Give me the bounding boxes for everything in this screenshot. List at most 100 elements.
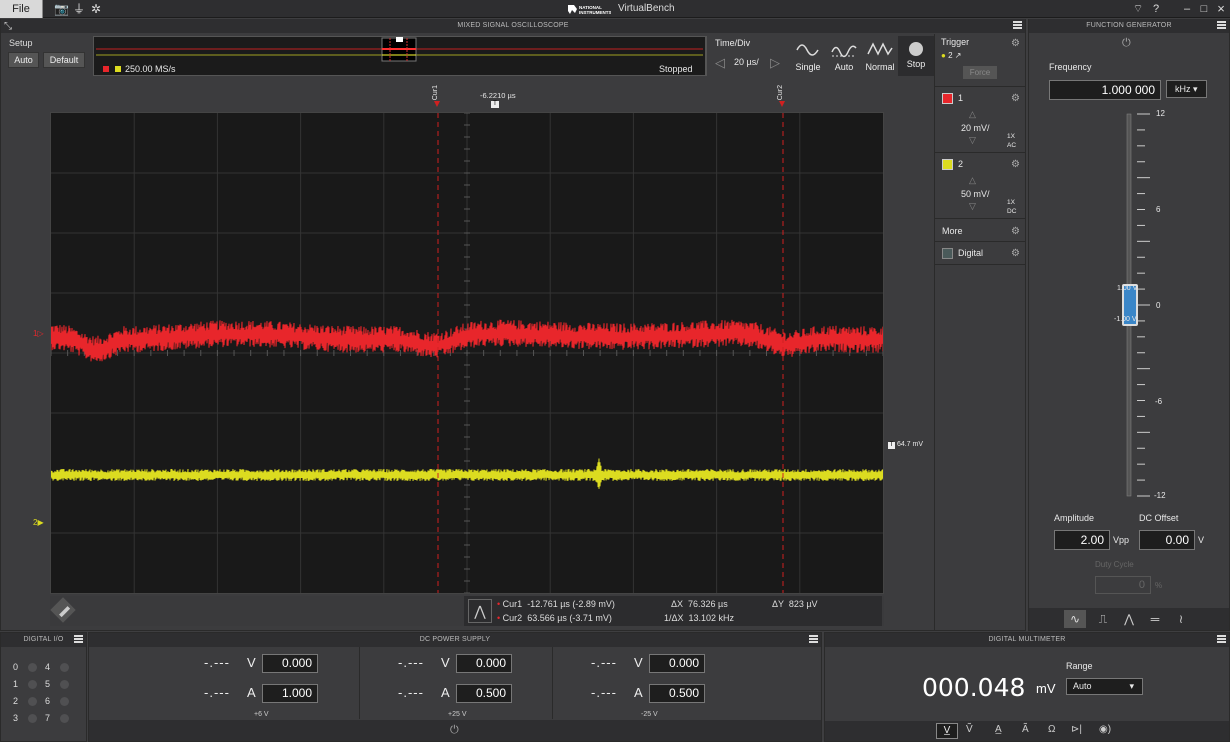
auto-setup-button[interactable]: Auto xyxy=(8,52,39,68)
square-wave-icon[interactable]: ⎍ xyxy=(1092,610,1114,628)
triangle-wave-icon[interactable]: ⋀ xyxy=(1118,610,1140,628)
ps-current-unit: A xyxy=(247,685,256,700)
sine-wave-icon[interactable]: ∿ xyxy=(1064,610,1086,628)
waveform-display[interactable] xyxy=(50,112,884,594)
channel-1-settings-icon[interactable]: ⚙ xyxy=(1011,94,1020,104)
cursor-mode-icon[interactable]: ⋀ xyxy=(468,599,492,623)
dmm-menu-icon[interactable] xyxy=(1217,635,1226,643)
trigger-source[interactable]: ● 2 ↗ xyxy=(941,51,961,60)
timebase-decrease-icon[interactable]: ◁ xyxy=(715,55,725,71)
waveform-plot xyxy=(50,112,884,594)
duty-cycle-label: Duty Cycle xyxy=(1095,560,1134,569)
single-button[interactable]: Single xyxy=(790,36,826,76)
force-trigger-button[interactable]: Force xyxy=(963,66,997,79)
ps-voltage-setpoint[interactable]: 0.000 xyxy=(456,654,512,673)
help-button[interactable]: ? xyxy=(1148,2,1164,16)
ps-current-unit: A xyxy=(441,685,450,700)
cursor-readout-bar: ▬ ⋀ • Cur1 -12.761 µs (-2.89 mV) • Cur2 … xyxy=(50,596,884,626)
ps-current-limit[interactable]: 0.500 xyxy=(456,684,512,703)
dmm-range-label: Range xyxy=(1066,661,1093,671)
acquisition-overview[interactable]: 250.00 MS/s Stopped xyxy=(93,36,706,76)
ni-logo: NATIONAL INSTRUMENTS xyxy=(568,5,611,15)
ac-voltage-mode-icon[interactable]: Ṽ xyxy=(966,724,973,735)
timebase-increase-icon[interactable]: ▷ xyxy=(770,55,780,71)
resistance-mode-icon[interactable]: Ω xyxy=(1048,724,1055,735)
frequency-input[interactable]: 1.000 000 xyxy=(1049,80,1161,100)
channel-2-settings-icon[interactable]: ⚙ xyxy=(1011,160,1020,170)
ps-voltage-setpoint[interactable]: 0.000 xyxy=(649,654,705,673)
trigger-level-marker[interactable]: T 64.7 mV xyxy=(888,441,923,449)
ps-current-readback: -.--- xyxy=(398,685,424,700)
dio-led xyxy=(28,697,37,706)
channel-2-scale[interactable]: 50 mV/ xyxy=(961,189,990,199)
camera-icon[interactable]: 📷 xyxy=(54,2,69,16)
dio-line-label: 2 xyxy=(13,696,19,706)
dc-offset-input[interactable]: 0.00 xyxy=(1139,530,1195,550)
wifi-icon[interactable]: ⌔ xyxy=(1130,2,1146,16)
dio-line-label: 6 xyxy=(45,696,51,706)
minimize-button[interactable]: – xyxy=(1179,2,1195,16)
ps-current-limit[interactable]: 0.500 xyxy=(649,684,705,703)
dio-menu-icon[interactable] xyxy=(74,635,83,643)
amplitude-input[interactable]: 2.00 xyxy=(1054,530,1110,550)
ps-voltage-unit: V xyxy=(441,655,450,670)
digital-io-header: DIGITAL I/O xyxy=(1,633,86,647)
ps-voltage-readback: -.--- xyxy=(591,655,617,670)
channel-1-scale[interactable]: 20 mV/ xyxy=(961,123,990,133)
dc-wave-icon[interactable]: ═ xyxy=(1144,610,1166,628)
ps-voltage-readback: -.--- xyxy=(398,655,424,670)
arbitrary-wave-icon[interactable]: ≀ xyxy=(1170,610,1192,628)
dc-current-mode-icon[interactable]: A̲ xyxy=(995,724,1002,735)
channel-2-toggle[interactable] xyxy=(942,159,953,170)
expand-icon[interactable]: ⤡ xyxy=(4,21,12,32)
close-button[interactable]: × xyxy=(1213,2,1229,16)
ch2-scale-down-icon[interactable]: ▽ xyxy=(969,201,976,212)
auto-wave-icon xyxy=(831,45,857,58)
continuity-mode-icon[interactable]: ◉) xyxy=(1099,724,1111,735)
ch1-scale-down-icon[interactable]: ▽ xyxy=(969,135,976,146)
channel-1-toggle[interactable] xyxy=(942,93,953,104)
debug-icon[interactable]: ✲ xyxy=(89,2,103,16)
dc-voltage-mode-icon[interactable]: V̲ xyxy=(936,723,958,739)
dio-led xyxy=(28,663,37,672)
duty-cycle-input[interactable]: 0 xyxy=(1095,576,1151,594)
more-label[interactable]: More xyxy=(942,226,963,236)
frequency-unit-select[interactable]: kHz ▾ xyxy=(1166,80,1207,98)
auto-trigger-button[interactable]: Auto xyxy=(826,36,862,76)
fg-power-icon[interactable]: ⏻ xyxy=(1122,37,1131,50)
ac-current-mode-icon[interactable]: Ã xyxy=(1022,724,1029,735)
scale-12-label: 12 xyxy=(1156,109,1165,118)
file-menu[interactable]: File xyxy=(0,0,43,18)
dc-power-supply-header: DC POWER SUPPLY xyxy=(89,633,821,647)
default-setup-button[interactable]: Default xyxy=(43,52,85,68)
diode-mode-icon[interactable]: ⊳| xyxy=(1071,724,1082,735)
ps-current-limit[interactable]: 1.000 xyxy=(262,684,318,703)
trigger-settings-icon[interactable]: ⚙ xyxy=(1011,39,1020,49)
channel-1-label: 1 xyxy=(958,93,964,103)
dmm-range-select[interactable]: Auto ▾ xyxy=(1066,678,1143,695)
dc-offset-label: DC Offset xyxy=(1139,513,1179,523)
digital-toggle[interactable] xyxy=(942,248,953,259)
more-settings-icon[interactable]: ⚙ xyxy=(1011,227,1020,237)
maximize-button[interactable]: □ xyxy=(1196,2,1212,16)
cursor-2-handle[interactable] xyxy=(779,101,785,107)
normal-trigger-button[interactable]: Normal xyxy=(862,36,898,76)
ps-menu-icon[interactable] xyxy=(809,635,818,643)
channel-1-offset-marker[interactable]: 1▷ xyxy=(33,329,44,338)
probe-icon[interactable]: ⏚ xyxy=(72,2,86,16)
fg-menu-icon[interactable] xyxy=(1217,21,1226,29)
measure-ruler-icon[interactable]: ▬ xyxy=(50,597,76,623)
ch2-scale-up-icon[interactable]: △ xyxy=(969,175,976,186)
trigger-time-marker[interactable]: T xyxy=(491,101,499,108)
channel-2-offset-marker[interactable]: 2▶ xyxy=(33,518,44,527)
channel-2-label: 2 xyxy=(958,159,964,169)
ch1-scale-up-icon[interactable]: △ xyxy=(969,109,976,120)
channel-2-probe: 1X xyxy=(1007,199,1015,206)
cursor-1-handle[interactable] xyxy=(434,101,440,107)
digital-settings-icon[interactable]: ⚙ xyxy=(1011,249,1020,259)
ps-voltage-setpoint[interactable]: 0.000 xyxy=(262,654,318,673)
timebase-value[interactable]: 20 µs/ xyxy=(734,57,759,67)
stop-button[interactable]: Stop xyxy=(898,36,934,76)
menu-icon[interactable] xyxy=(1013,21,1022,29)
ps-power-icon[interactable]: ⏻ xyxy=(450,724,459,737)
